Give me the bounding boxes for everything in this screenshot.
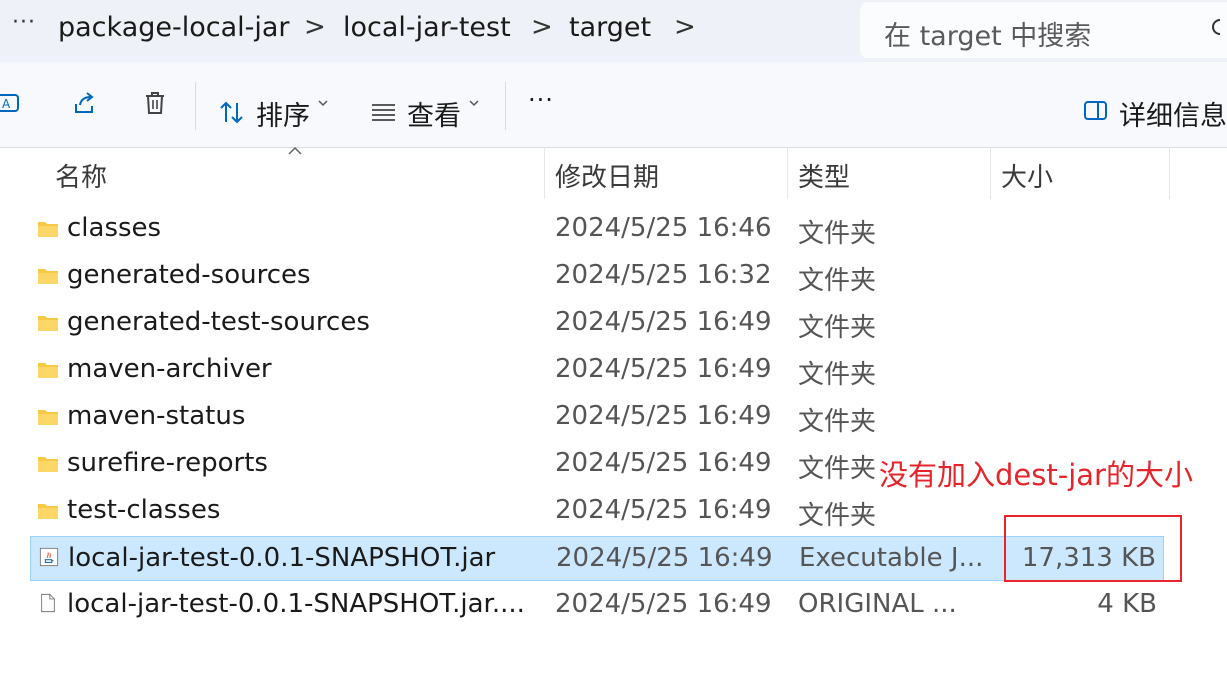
breadcrumb-more-button[interactable]: ··· bbox=[12, 10, 36, 35]
annotation-highlight-box bbox=[1004, 515, 1182, 582]
column-header-size[interactable]: 大小 bbox=[1001, 157, 1053, 194]
file-modified: 2024/5/25 16:49 bbox=[555, 354, 772, 384]
toolbar-divider bbox=[505, 82, 506, 130]
file-modified: 2024/5/25 16:49 bbox=[555, 448, 772, 478]
annotation-note: 没有加入dest-jar的大小 bbox=[879, 458, 1193, 492]
rename-icon[interactable]: A bbox=[0, 90, 22, 116]
command-bar: A 排序 查看 ··· 详细信息 bbox=[0, 62, 1227, 148]
file-type: 文件夹 bbox=[798, 219, 877, 249]
breadcrumb-chevron-icon[interactable]: > bbox=[674, 12, 696, 42]
file-modified: 2024/5/25 16:49 bbox=[555, 401, 772, 431]
file-name: classes bbox=[67, 213, 162, 243]
file-name: generated-test-sources bbox=[67, 307, 370, 337]
file-row[interactable]: generated-test-sources 2024/5/25 16:49 文… bbox=[30, 301, 1164, 346]
file-row[interactable]: classes 2024/5/25 16:46 文件夹 bbox=[30, 207, 1164, 252]
sort-ascending-icon bbox=[288, 147, 302, 155]
column-divider[interactable] bbox=[787, 147, 788, 199]
folder-icon bbox=[38, 222, 58, 237]
breadcrumb-item-package-local-jar[interactable]: package-local-jar bbox=[58, 12, 290, 43]
file-name: maven-archiver bbox=[67, 354, 272, 384]
folder-icon bbox=[38, 363, 58, 378]
view-icon[interactable] bbox=[371, 100, 397, 126]
column-divider[interactable] bbox=[1169, 147, 1170, 199]
sort-icon[interactable] bbox=[219, 100, 245, 126]
svg-text:A: A bbox=[2, 97, 11, 111]
breadcrumb-item-target[interactable]: target bbox=[569, 12, 651, 43]
file-modified: 2024/5/25 16:32 bbox=[555, 260, 772, 290]
folder-icon bbox=[38, 410, 58, 425]
details-button[interactable]: 详细信息 bbox=[1119, 94, 1227, 133]
file-row[interactable]: maven-archiver 2024/5/25 16:49 文件夹 bbox=[30, 348, 1164, 393]
file-type: 文件夹 bbox=[798, 360, 877, 390]
file-type: ORIGINAL ... bbox=[798, 589, 957, 619]
file-name: surefire-reports bbox=[67, 448, 268, 478]
more-options-button[interactable]: ··· bbox=[528, 86, 554, 114]
folder-icon bbox=[38, 504, 58, 519]
file-row[interactable]: test-classes 2024/5/25 16:49 文件夹 bbox=[30, 489, 1164, 534]
column-divider[interactable] bbox=[544, 147, 545, 199]
share-icon[interactable] bbox=[72, 90, 98, 116]
file-icon bbox=[41, 593, 55, 613]
chevron-down-icon[interactable] bbox=[318, 98, 328, 108]
file-name: local-jar-test-0.0.1-SNAPSHOT.jar.... bbox=[67, 589, 525, 619]
file-name: local-jar-test-0.0.1-SNAPSHOT.jar bbox=[68, 543, 496, 573]
java-jar-icon bbox=[39, 547, 59, 567]
folder-icon bbox=[38, 269, 58, 284]
file-type: 文件夹 bbox=[798, 266, 877, 296]
file-type: 文件夹 bbox=[798, 501, 877, 531]
file-type: 文件夹 bbox=[798, 454, 877, 484]
column-divider[interactable] bbox=[990, 147, 991, 199]
toolbar-divider bbox=[195, 82, 196, 130]
file-row-selected[interactable]: local-jar-test-0.0.1-SNAPSHOT.jar 2024/5… bbox=[30, 536, 1164, 581]
file-name: maven-status bbox=[67, 401, 246, 431]
file-type: Executable J... bbox=[799, 543, 984, 573]
search-input[interactable]: 在 target 中搜索 bbox=[860, 2, 1227, 58]
file-modified: 2024/5/25 16:49 bbox=[555, 495, 772, 525]
search-icon bbox=[1212, 19, 1220, 35]
column-header-row: 名称 修改日期 类型 大小 bbox=[0, 147, 1227, 199]
file-row[interactable]: generated-sources 2024/5/25 16:32 文件夹 bbox=[30, 254, 1164, 299]
file-type: 文件夹 bbox=[798, 407, 877, 437]
file-type: 文件夹 bbox=[798, 313, 877, 343]
folder-icon bbox=[38, 316, 58, 331]
search-placeholder: 在 target 中搜索 bbox=[884, 21, 1092, 52]
chevron-down-icon[interactable] bbox=[469, 98, 479, 108]
file-size: 4 KB bbox=[1097, 589, 1157, 619]
breadcrumb-chevron-icon[interactable]: > bbox=[531, 12, 553, 42]
column-header-type[interactable]: 类型 bbox=[798, 157, 850, 194]
details-pane-icon[interactable] bbox=[1083, 98, 1109, 124]
file-row[interactable]: maven-status 2024/5/25 16:49 文件夹 bbox=[30, 395, 1164, 440]
sort-button[interactable]: 排序 bbox=[256, 94, 310, 133]
breadcrumb-item-local-jar-test[interactable]: local-jar-test bbox=[343, 12, 511, 43]
file-modified: 2024/5/25 16:49 bbox=[556, 543, 773, 573]
delete-icon[interactable] bbox=[142, 90, 168, 116]
folder-icon bbox=[38, 457, 58, 472]
view-button[interactable]: 查看 bbox=[407, 94, 461, 133]
address-bar: ··· package-local-jar > local-jar-test >… bbox=[0, 0, 1227, 62]
file-modified: 2024/5/25 16:49 bbox=[555, 589, 772, 619]
file-name: generated-sources bbox=[67, 260, 311, 290]
file-modified: 2024/5/25 16:46 bbox=[555, 213, 772, 243]
file-name: test-classes bbox=[67, 495, 221, 525]
file-modified: 2024/5/25 16:49 bbox=[555, 307, 772, 337]
breadcrumb-chevron-icon[interactable]: > bbox=[304, 12, 326, 42]
file-row[interactable]: local-jar-test-0.0.1-SNAPSHOT.jar.... 20… bbox=[30, 583, 1164, 628]
column-header-modified[interactable]: 修改日期 bbox=[555, 157, 659, 194]
column-header-name[interactable]: 名称 bbox=[55, 157, 107, 194]
